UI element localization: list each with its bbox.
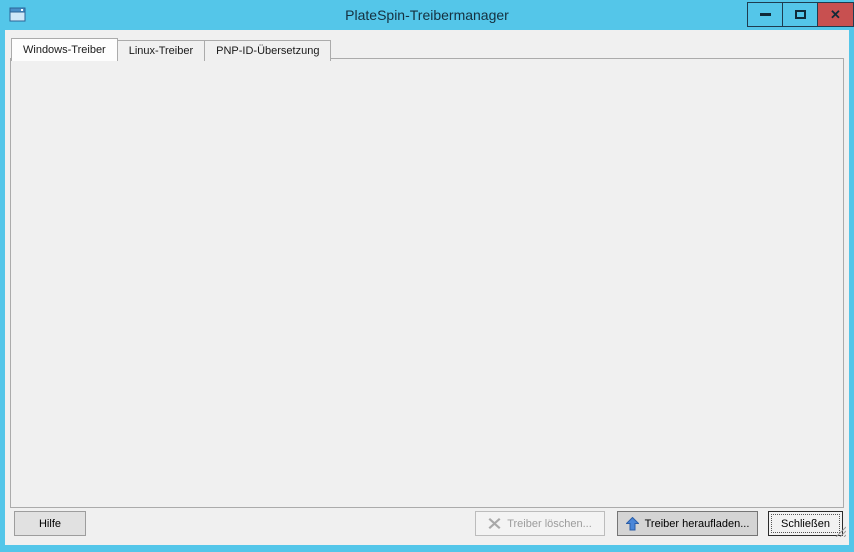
maximize-button[interactable] <box>782 2 818 27</box>
window-controls: ✕ <box>748 2 854 27</box>
delete-driver-button[interactable]: Treiber löschen... <box>475 511 605 536</box>
upload-driver-button[interactable]: Treiber heraufladen... <box>617 511 758 536</box>
upload-driver-label: Treiber heraufladen... <box>645 518 750 530</box>
upload-arrow-icon <box>626 517 639 531</box>
titlebar: PlateSpin-Treibermanager ✕ <box>0 0 854 30</box>
tab-strip: Windows-Treiber Linux-Treiber PNP-ID-Übe… <box>12 38 331 61</box>
help-button[interactable]: Hilfe <box>14 511 86 536</box>
delete-driver-label: Treiber löschen... <box>507 518 592 530</box>
delete-x-icon <box>488 517 501 530</box>
window-title: PlateSpin-Treibermanager <box>0 0 854 30</box>
minimize-button[interactable] <box>747 2 783 27</box>
resize-grip[interactable] <box>834 524 846 542</box>
close-icon: ✕ <box>830 7 841 23</box>
tab-windows-treiber[interactable]: Windows-Treiber <box>11 38 118 61</box>
maximize-icon <box>795 10 806 19</box>
tab-linux-treiber[interactable]: Linux-Treiber <box>117 40 205 61</box>
close-dialog-button[interactable]: Schließen <box>768 511 843 536</box>
dialog-body: Windows-Treiber Linux-Treiber PNP-ID-Übe… <box>5 30 849 545</box>
tab-page-windows-treiber <box>10 58 844 508</box>
window: PlateSpin-Treibermanager ✕ Windows-Treib… <box>0 0 854 552</box>
minimize-icon <box>760 13 771 16</box>
close-button[interactable]: ✕ <box>817 2 854 27</box>
tab-pnp-id-uebersetzung[interactable]: PNP-ID-Übersetzung <box>204 40 331 61</box>
